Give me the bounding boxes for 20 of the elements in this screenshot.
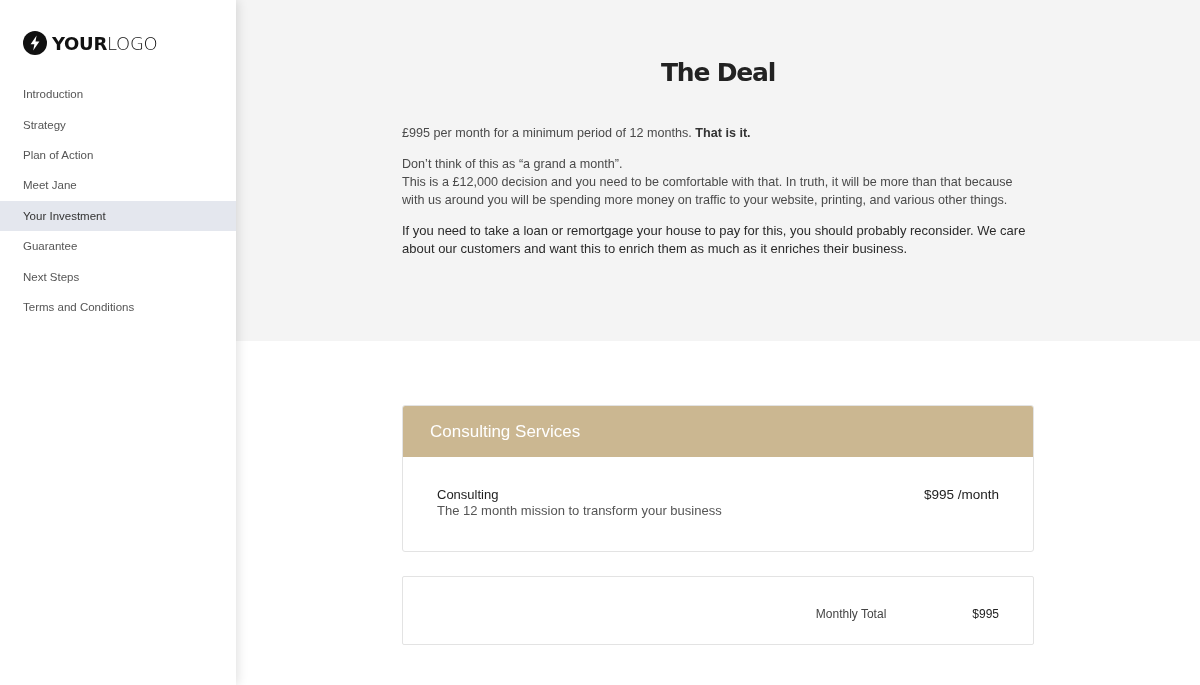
nav-item[interactable]: Guarantee xyxy=(0,230,236,262)
item-price: $995 /month xyxy=(923,487,999,502)
logo-text: YOURLOGO xyxy=(52,32,158,54)
paragraph: If you need to take a loan or remortgage your house to pay for this, you should probably reconsider. We care about our customers and want this to enrich them as much as it enriches their business. xyxy=(402,222,1027,258)
page-title: The Deal xyxy=(659,58,777,88)
paragraph: Don’t think of this as “a grand a month”. This is a £12,000 decision and you need to be comfortable with that. In truth, it will be more than that because with us around you will be spending more money on traffic to your website, printing, and various other things. xyxy=(402,156,1014,209)
nav-item[interactable]: Strategy xyxy=(0,109,236,140)
nav-item[interactable]: Meet Jane xyxy=(0,170,236,201)
nav-item[interactable]: Your Investment xyxy=(0,200,236,231)
item-description: The 12 month mission to transform your business xyxy=(437,503,722,518)
card-title: Consulting Services xyxy=(430,421,581,442)
nav-item[interactable]: Introduction xyxy=(0,79,236,110)
total-value: $995 xyxy=(972,606,999,621)
nav-item[interactable]: Next Steps xyxy=(0,261,236,292)
total-label: Monthly Total xyxy=(815,606,887,621)
lightning-bolt-icon xyxy=(23,31,47,55)
item-name: Consulting xyxy=(437,487,500,502)
nav-item[interactable]: Plan of Action xyxy=(0,139,236,171)
paragraph: £995 per month for a minimum period of 12 months. That is it. xyxy=(402,125,752,142)
nav-item[interactable]: Terms and Conditions xyxy=(0,291,236,323)
